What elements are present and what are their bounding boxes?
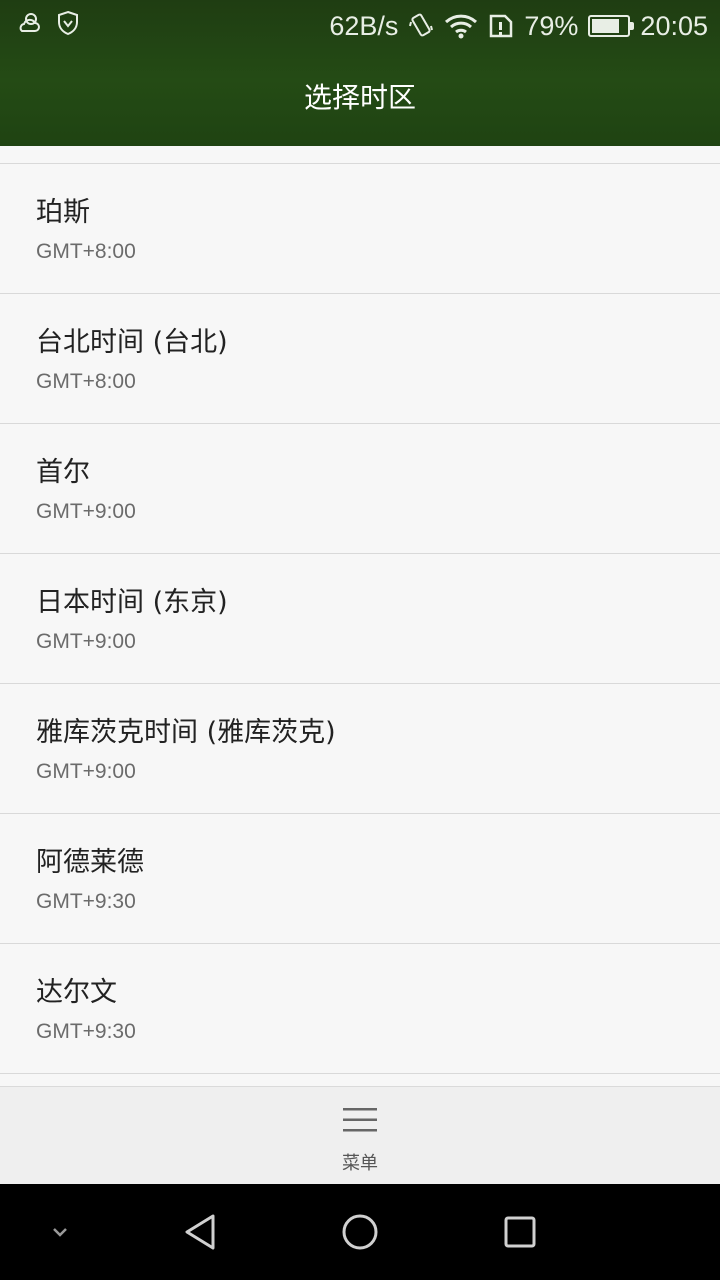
status-right: 62B/s 79% 20:05 — [329, 6, 708, 46]
timezone-name: 阿德莱德 — [36, 847, 144, 878]
timezone-name: 首尔 — [36, 457, 90, 488]
sim-alert-icon — [488, 13, 514, 39]
timezone-item[interactable]: 雅库茨克时间 (雅库茨克) GMT+9:00 — [0, 684, 720, 814]
menu-button[interactable]: 菜单 — [310, 1097, 410, 1181]
timezone-item[interactable]: 日本时间 (东京) GMT+9:00 — [0, 554, 720, 684]
chevron-down-icon[interactable] — [12, 1184, 108, 1280]
page-title: 选择时区 — [303, 81, 416, 114]
back-triangle-icon[interactable] — [152, 1184, 248, 1280]
timezone-name: 雅库茨克时间 (雅库茨克) — [36, 717, 336, 748]
net-speed: 62B/s — [329, 10, 399, 41]
timezone-name: 日本时间 (东京) — [36, 587, 228, 618]
timezone-item[interactable]: 台北时间 (台北) GMT+8:00 — [0, 294, 720, 424]
timezone-picker-screen: 62B/s 79% 20:05 选择时区 珀斯 GMT+8:00 台北时间 (台… — [0, 0, 720, 1280]
timezone-name: 台北时间 (台北) — [36, 327, 228, 358]
timezone-item[interactable]: 阿德莱德 GMT+9:30 — [0, 814, 720, 944]
menu-label: 菜单 — [342, 1153, 378, 1174]
timezone-item[interactable]: 首尔 GMT+9:00 — [0, 424, 720, 554]
cloud-weather-icon — [16, 10, 42, 40]
battery-level-fill — [592, 19, 620, 33]
timezone-offset: GMT+9:00 — [36, 500, 136, 523]
timezone-offset: GMT+9:00 — [36, 760, 136, 783]
timezone-name: 达尔文 — [36, 977, 117, 1008]
battery-icon — [588, 15, 635, 37]
home-circle-icon[interactable] — [312, 1184, 408, 1280]
timezone-offset: GMT+9:00 — [36, 630, 136, 653]
bottom-action-bar: 菜单 — [0, 1086, 720, 1184]
timezone-offset: GMT+8:00 — [36, 370, 136, 393]
status-bar: 62B/s 79% 20:05 — [0, 0, 720, 52]
app-header: 62B/s 79% 20:05 选择时区 — [0, 0, 720, 146]
hamburger-menu-icon — [343, 1107, 377, 1133]
timezone-offset: GMT+9:30 — [36, 890, 136, 913]
timezone-list[interactable]: 珀斯 GMT+8:00 台北时间 (台北) GMT+8:00 首尔 GMT+9:… — [0, 146, 720, 1086]
status-left-icons — [16, 10, 80, 40]
wifi-icon — [444, 13, 478, 39]
system-nav-bar — [0, 1184, 720, 1280]
timezone-item[interactable]: 达尔文 GMT+9:30 — [0, 944, 720, 1074]
timezone-item[interactable]: 珀斯 GMT+8:00 — [0, 164, 720, 294]
vibrate-icon — [408, 12, 434, 40]
timezone-name: 珀斯 — [36, 197, 90, 228]
timezone-offset: GMT+8:00 — [36, 240, 136, 263]
timezone-offset: GMT+9:30 — [36, 1020, 136, 1043]
battery-percent: 79% — [524, 10, 579, 41]
recents-square-icon[interactable] — [472, 1184, 568, 1280]
shield-icon — [56, 10, 80, 40]
clock-time: 20:05 — [640, 10, 708, 41]
